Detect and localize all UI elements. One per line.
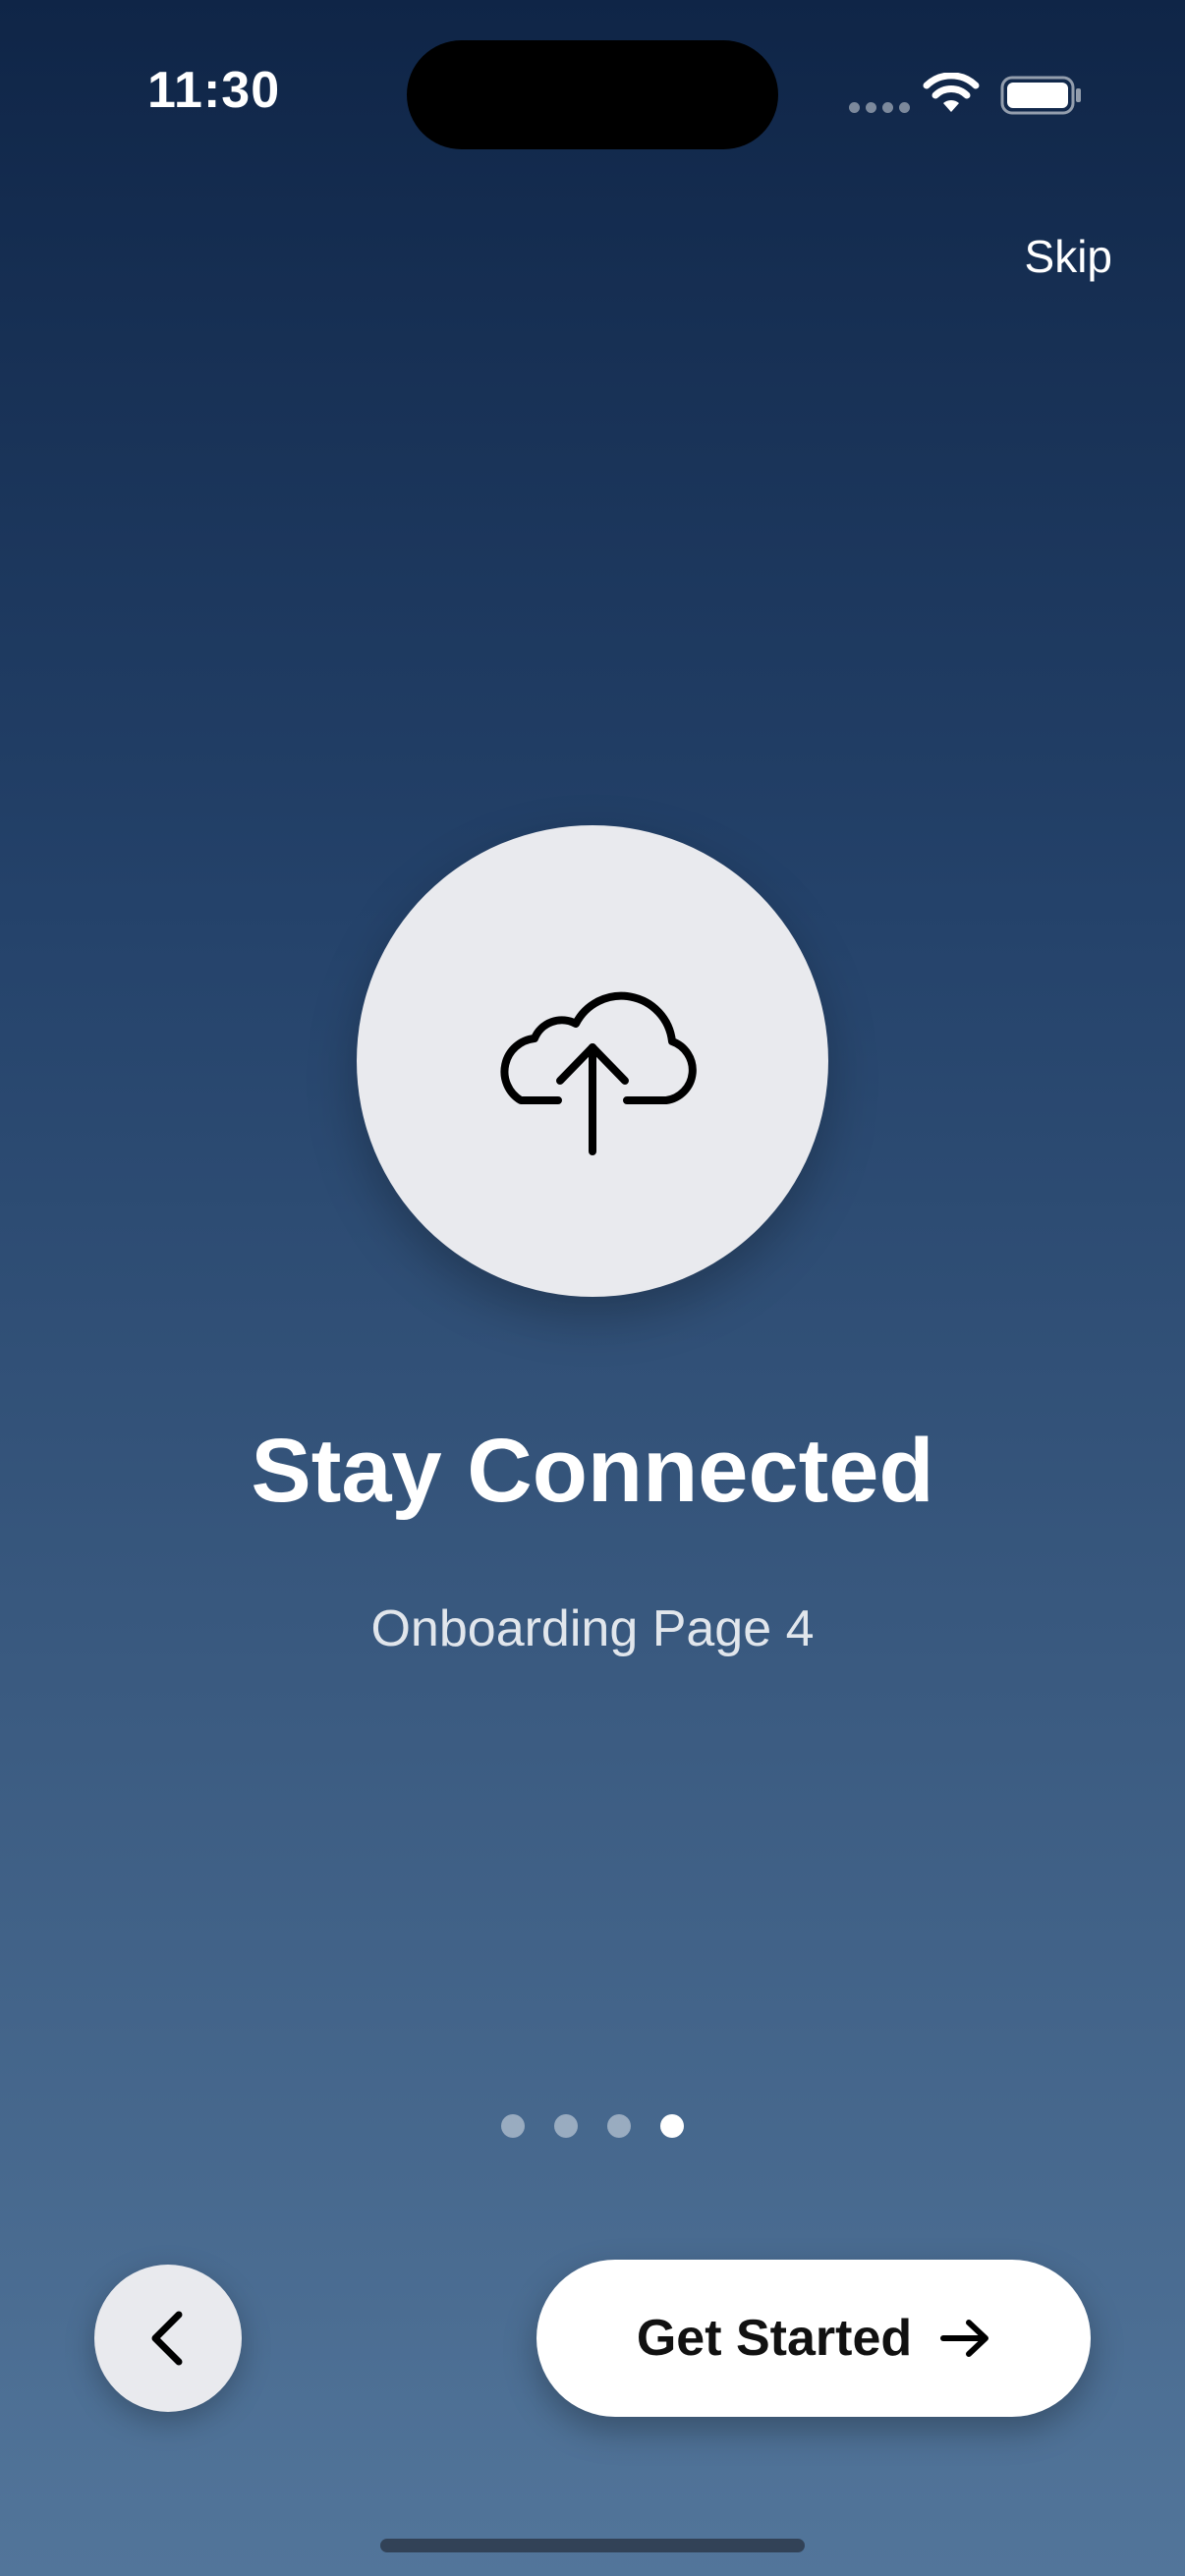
onboarding-screen: 11:30 Skip Stay Connected Onboarding Pag… xyxy=(0,0,1185,2576)
status-time: 11:30 xyxy=(147,62,281,119)
cellular-signal-icon xyxy=(849,102,910,113)
arrow-right-icon xyxy=(940,2320,989,2357)
page-subtitle: Onboarding Page 4 xyxy=(370,1600,815,1657)
wifi-icon xyxy=(923,73,980,112)
page-dot-4[interactable] xyxy=(660,2114,684,2138)
home-indicator xyxy=(380,2539,805,2552)
page-indicator xyxy=(0,2114,1185,2138)
page-dot-3[interactable] xyxy=(607,2114,631,2138)
cloud-upload-icon xyxy=(500,991,697,1155)
hero-icon-circle xyxy=(357,825,828,1297)
battery-icon xyxy=(1000,76,1081,115)
dynamic-island xyxy=(407,40,778,149)
page-dot-1[interactable] xyxy=(501,2114,525,2138)
back-button[interactable] xyxy=(94,2265,242,2412)
get-started-button[interactable]: Get Started xyxy=(536,2260,1091,2417)
skip-button[interactable]: Skip xyxy=(1025,230,1112,283)
page-title: Stay Connected xyxy=(251,1421,934,1521)
get-started-label: Get Started xyxy=(636,2310,913,2367)
chevron-left-icon xyxy=(151,2311,183,2366)
page-dot-2[interactable] xyxy=(554,2114,578,2138)
